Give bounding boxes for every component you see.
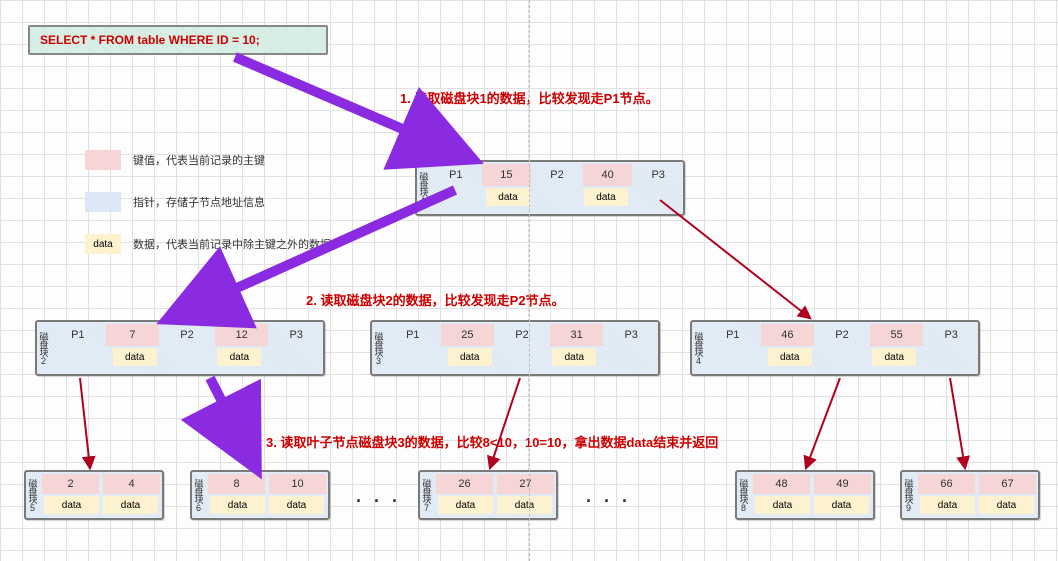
- disk-block-1: 磁盘块1 P1 15 P2 40 P3 data data: [415, 160, 685, 216]
- key-cell: 12: [215, 324, 269, 346]
- step-3: 3. 读取叶子节点磁盘块3的数据，比较8<10，10=10，拿出数据data结束…: [266, 432, 718, 451]
- data-cell: data: [44, 496, 99, 514]
- arrow-step1: [235, 57, 470, 158]
- key-cell: 10: [269, 474, 326, 494]
- key-cell: 2: [42, 474, 99, 494]
- disk-block-5: 磁盘块5 2 4 data data: [24, 470, 164, 520]
- pointer-p2: P2: [815, 322, 869, 348]
- arrow-b4-b8: [806, 378, 840, 468]
- ellipsis: . . .: [586, 486, 631, 507]
- arrow-b4-b9: [950, 378, 965, 468]
- pointer-swatch: [85, 192, 121, 212]
- data-cell: data: [755, 496, 810, 514]
- disk-block-2: 磁盘块2 P1 7 P2 12 P3 data data: [35, 320, 325, 376]
- block-label: 磁盘块3: [372, 322, 386, 374]
- key-cell: 55: [870, 324, 924, 346]
- arrow-b3-b7: [490, 378, 520, 468]
- block-label: 磁盘块6: [192, 472, 206, 518]
- data-cell: data: [979, 496, 1034, 514]
- key-cell: 25: [441, 324, 495, 346]
- pointer-p2: P2: [495, 322, 549, 348]
- sql-query-box: SELECT * FROM table WHERE ID = 10;: [28, 25, 328, 55]
- data-cell: data: [448, 348, 492, 366]
- arrow-step3: [210, 378, 255, 466]
- data-cell: data: [113, 348, 157, 366]
- key-cell: 40: [583, 164, 633, 186]
- key-cell: 27: [497, 474, 554, 494]
- key-cell: 26: [436, 474, 493, 494]
- block-label: 磁盘块2: [37, 322, 51, 374]
- pointer-p2: P2: [160, 322, 214, 348]
- pointer-p3: P3: [269, 322, 323, 348]
- legend-data: data 数据，代表当前记录中除主键之外的数据: [85, 234, 385, 254]
- pointer-p1: P1: [386, 322, 440, 348]
- step-2: 2. 读取磁盘块2的数据，比较发现走P2节点。: [306, 290, 565, 309]
- pointer-p3: P3: [924, 322, 978, 348]
- data-cell: data: [920, 496, 975, 514]
- data-cell: data: [814, 496, 869, 514]
- data-cell: data: [497, 496, 552, 514]
- key-cell: 66: [918, 474, 975, 494]
- disk-block-6: 磁盘块6 8 10 data data: [190, 470, 330, 520]
- ellipsis: . . .: [356, 486, 401, 507]
- pointer-p1: P1: [706, 322, 760, 348]
- legend: 键值，代表当前记录的主键 指针，存储子节点地址信息 data 数据，代表当前记录…: [85, 150, 385, 276]
- data-cell: data: [768, 348, 812, 366]
- pointer-p3: P3: [633, 162, 683, 188]
- data-cell: data: [486, 188, 530, 206]
- block-label: 磁盘块4: [692, 322, 706, 374]
- key-cell: 48: [753, 474, 810, 494]
- key-cell: 15: [482, 164, 532, 186]
- disk-block-7: 磁盘块7 26 27 data data: [418, 470, 558, 520]
- disk-block-3: 磁盘块3 P1 25 P2 31 P3 data data: [370, 320, 660, 376]
- data-cell: data: [210, 496, 265, 514]
- pointer-p3: P3: [604, 322, 658, 348]
- block-label: 磁盘块1: [417, 162, 431, 214]
- data-cell: data: [438, 496, 493, 514]
- legend-pointer-text: 指针，存储子节点地址信息: [133, 194, 265, 210]
- disk-block-4: 磁盘块4 P1 46 P2 55 P3 data data: [690, 320, 980, 376]
- disk-block-9: 磁盘块9 66 67 data data: [900, 470, 1040, 520]
- data-swatch: data: [85, 234, 121, 254]
- key-cell: 49: [814, 474, 871, 494]
- pointer-p2: P2: [532, 162, 582, 188]
- data-cell: data: [217, 348, 261, 366]
- block-label: 磁盘块9: [902, 472, 916, 518]
- pointer-p1: P1: [51, 322, 105, 348]
- block-label: 磁盘块8: [737, 472, 751, 518]
- legend-key-text: 键值，代表当前记录的主键: [133, 152, 265, 168]
- data-cell: data: [269, 496, 324, 514]
- disk-block-8: 磁盘块8 48 49 data data: [735, 470, 875, 520]
- key-cell: 4: [103, 474, 160, 494]
- key-cell: 31: [550, 324, 604, 346]
- block-label: 磁盘块7: [420, 472, 434, 518]
- key-cell: 7: [106, 324, 160, 346]
- legend-data-text: 数据，代表当前记录中除主键之外的数据: [133, 236, 331, 252]
- block-label: 磁盘块5: [26, 472, 40, 518]
- key-swatch: [85, 150, 121, 170]
- arrow-b2-b5: [80, 378, 90, 468]
- legend-pointer: 指针，存储子节点地址信息: [85, 192, 385, 212]
- sql-text: SELECT * FROM table WHERE ID = 10;: [40, 33, 260, 47]
- pointer-p1: P1: [431, 162, 481, 188]
- data-cell: data: [584, 188, 628, 206]
- key-cell: 46: [761, 324, 815, 346]
- key-cell: 8: [208, 474, 265, 494]
- data-cell: data: [552, 348, 596, 366]
- arrow-b1-b4: [660, 200, 810, 318]
- data-cell: data: [872, 348, 916, 366]
- key-cell: 67: [979, 474, 1036, 494]
- data-cell: data: [103, 496, 158, 514]
- center-guide: [529, 0, 530, 561]
- legend-key: 键值，代表当前记录的主键: [85, 150, 385, 170]
